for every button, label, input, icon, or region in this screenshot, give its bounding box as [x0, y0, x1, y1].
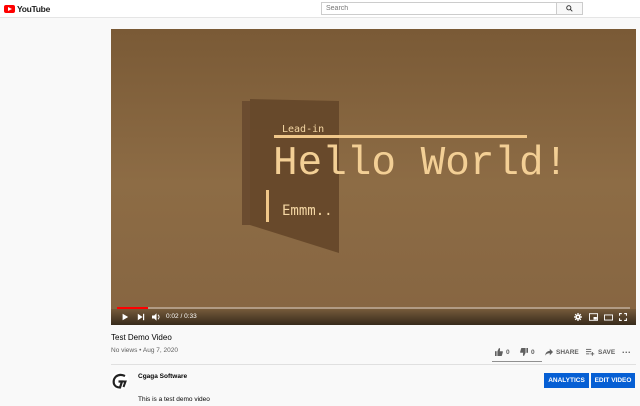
- youtube-logo-icon: [4, 5, 15, 13]
- dislike-button[interactable]: 0: [520, 347, 535, 357]
- share-button[interactable]: SHARE: [545, 347, 579, 357]
- miniplayer-icon: [588, 313, 598, 321]
- search-input[interactable]: [321, 2, 557, 15]
- next-button[interactable]: [136, 312, 146, 322]
- video-description: This is a test demo video: [138, 396, 210, 403]
- like-button[interactable]: 0: [495, 347, 510, 357]
- top-bar: YouTube: [0, 0, 640, 18]
- youtube-logo[interactable]: YouTube: [4, 3, 50, 15]
- more-button[interactable]: ...: [622, 345, 632, 357]
- channel-avatar[interactable]: [111, 372, 129, 390]
- logo-text: YouTube: [17, 4, 50, 14]
- overlay-headline: Hello World!: [273, 141, 569, 187]
- next-icon: [137, 313, 145, 321]
- channel-logo-icon: [112, 373, 127, 389]
- video-player[interactable]: Lead-in Hello World! Emmm.. 0:02 / 0:33: [111, 29, 636, 325]
- settings-button[interactable]: [573, 312, 583, 322]
- theater-button[interactable]: [603, 312, 613, 322]
- overlay-subtext: Emmm..: [282, 203, 333, 219]
- overlay-vertical-bar: [266, 190, 269, 222]
- time-display: 0:02 / 0:33: [166, 313, 197, 320]
- settings-icon: [574, 313, 582, 321]
- thumbs-down-icon: [520, 348, 528, 356]
- video-meta: No views • Aug 7, 2020: [111, 347, 178, 354]
- search-button[interactable]: [557, 2, 583, 15]
- section-divider: [111, 364, 636, 365]
- miniplayer-button[interactable]: [588, 312, 598, 322]
- analytics-button[interactable]: ANALYTICS: [544, 373, 589, 388]
- save-button[interactable]: SAVE: [586, 347, 615, 357]
- video-title: Test Demo Video: [111, 333, 172, 342]
- overlay-lead-in: Lead-in: [282, 124, 325, 135]
- progress-bar[interactable]: [117, 307, 630, 309]
- save-icon: [586, 348, 595, 356]
- fullscreen-button[interactable]: [618, 312, 628, 322]
- play-button[interactable]: [120, 312, 130, 322]
- like-count: 0: [506, 348, 510, 356]
- share-icon: [545, 348, 553, 356]
- thumbs-up-icon: [495, 348, 503, 356]
- like-ratio-bar: [492, 361, 542, 362]
- theater-icon: [603, 314, 613, 321]
- channel-name[interactable]: Cgaga Software: [138, 373, 187, 380]
- play-icon: [122, 313, 129, 321]
- share-label: SHARE: [556, 348, 579, 356]
- volume-button[interactable]: [151, 312, 161, 322]
- edit-video-button[interactable]: EDIT VIDEO: [591, 373, 635, 388]
- save-label: SAVE: [598, 348, 616, 356]
- search-icon: [566, 5, 573, 12]
- fullscreen-icon: [619, 313, 627, 321]
- more-icon: ...: [622, 345, 632, 355]
- progress-fill: [117, 307, 148, 309]
- dislike-count: 0: [531, 348, 535, 356]
- volume-icon: [151, 313, 160, 321]
- overlay-underline: [274, 135, 527, 138]
